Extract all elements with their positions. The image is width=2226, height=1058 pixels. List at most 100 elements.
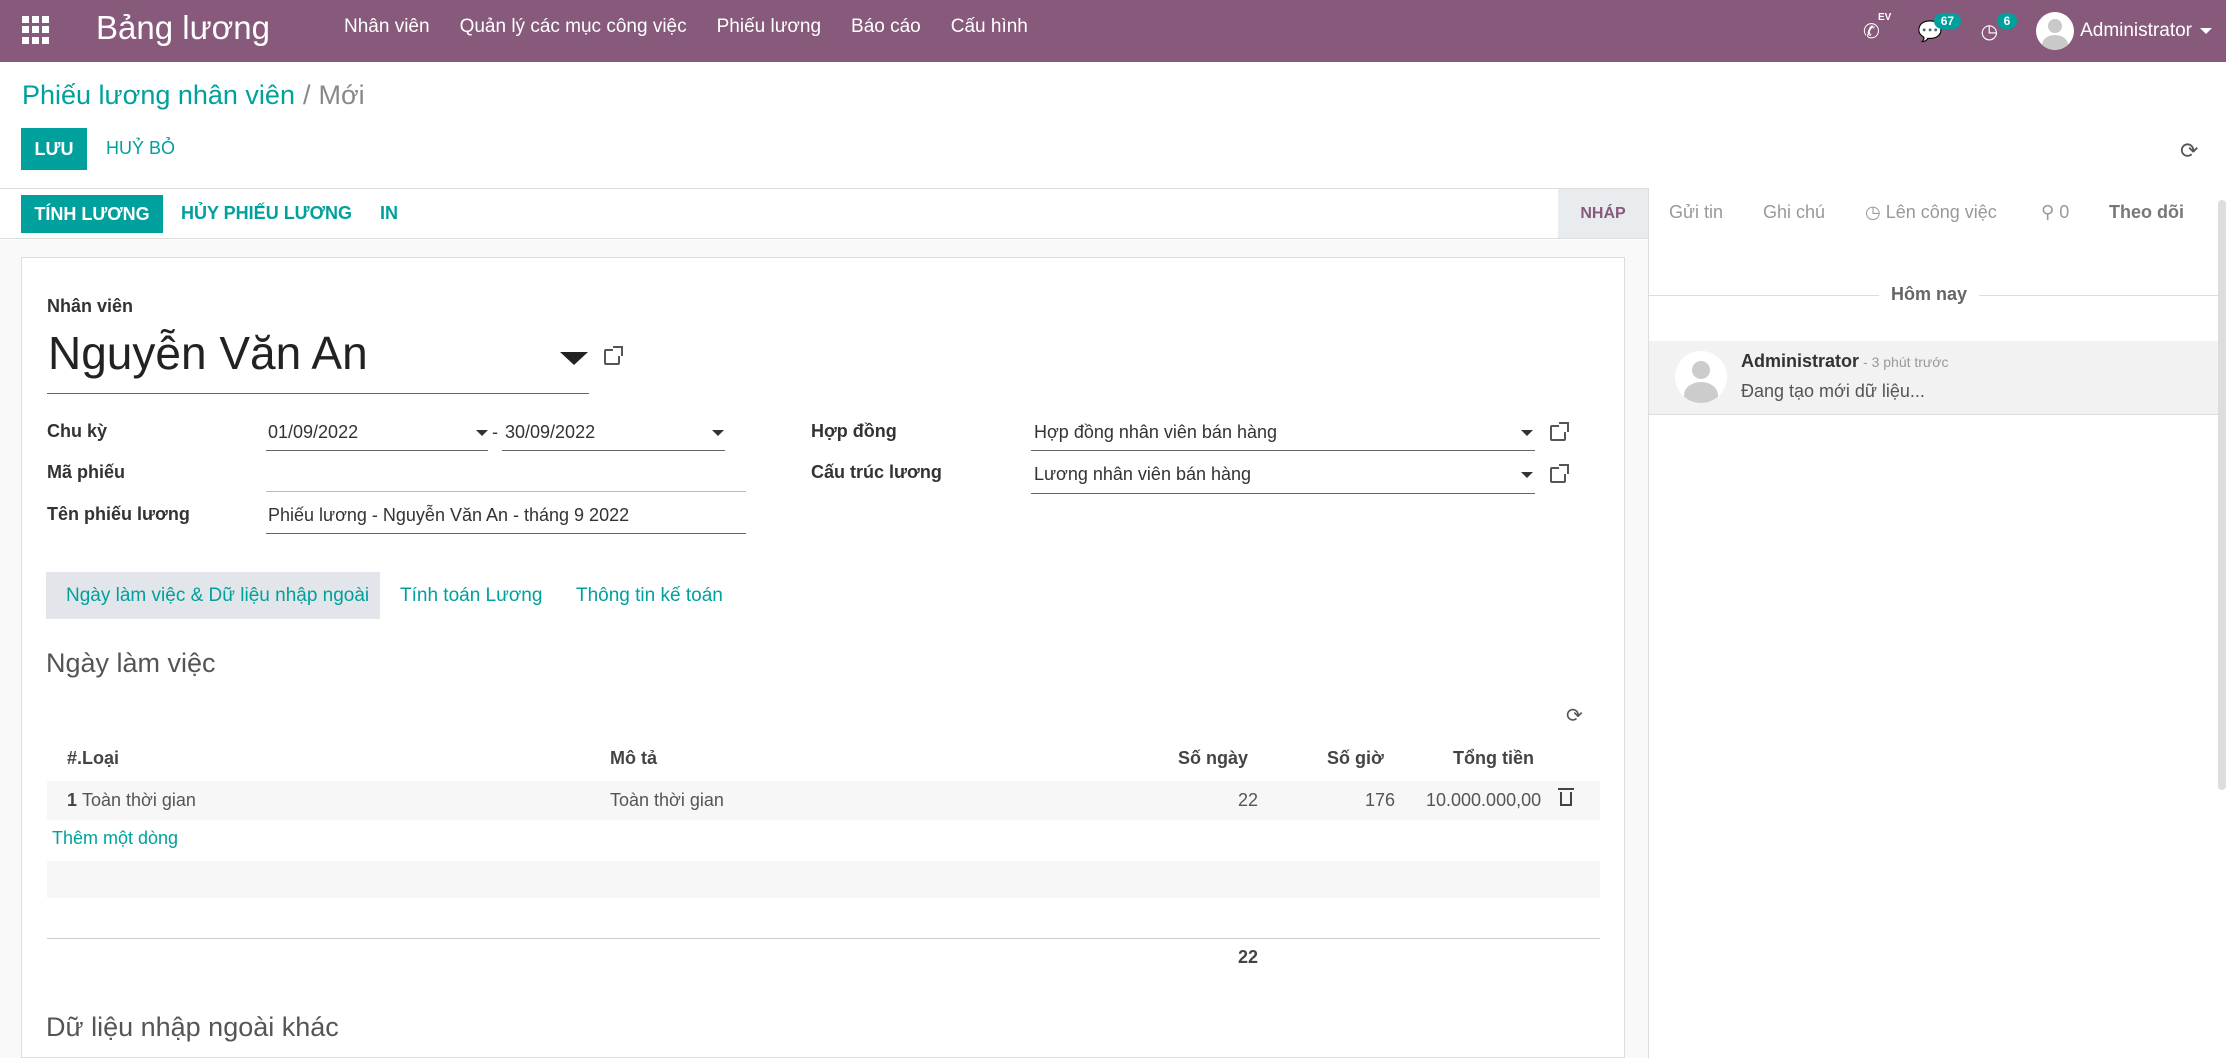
reference-label: Mã phiếu [47,462,126,482]
main-menu: Nhân viên Quản lý các mục công việc Phiế… [344,16,1058,38]
payslip-name-field[interactable]: Phiếu lương - Nguyễn Văn An - tháng 9 20… [268,505,629,526]
cancel-payslip-button[interactable]: HỦY PHIẾU LƯƠNG [181,203,352,224]
refresh-icon[interactable]: ⟳ [2180,138,2198,164]
message-author: Administrator - 3 phút trước [1741,351,1949,372]
message-author-name[interactable]: Administrator [1741,351,1859,371]
schedule-activity-button[interactable]: ◷ Lên công việc [1865,202,1997,223]
structure-label: Cấu trúc lương [811,462,942,482]
chatter-message: Administrator - 3 phút trước Đang tạo mới… [1649,341,2226,415]
attachments-count: 0 [2059,202,2070,222]
stage-draft[interactable]: NHÁP [1558,189,1648,238]
payslip-name-underline [266,533,746,534]
breadcrumb: Phiếu lương nhân viên / Mới [22,80,365,111]
col-amount[interactable]: Tổng tiền [1453,748,1534,769]
employee-label: Nhân viên [47,296,134,316]
log-note-button[interactable]: Ghi chú [1763,202,1825,223]
col-description[interactable]: Mô tả [610,748,657,769]
employee-external-link-icon[interactable] [604,346,623,365]
contract-external-link-icon[interactable] [1550,422,1569,441]
employee-field-underline [47,393,589,394]
ev-label: EV [1877,11,1892,23]
chevron-down-icon [2200,28,2212,34]
total-days: 22 [1238,947,1259,967]
menu-work-entries[interactable]: Quản lý các mục công việc [460,16,687,38]
print-button[interactable]: IN [380,203,398,224]
add-line-link[interactable]: Thêm một dòng [52,828,178,849]
attachments-button[interactable]: ⚲ 0 [2041,202,2069,223]
col-hours[interactable]: Số giờ [1327,748,1384,769]
row-days: 22 [1238,790,1259,810]
row-hours: 176 [1365,790,1396,810]
follow-button[interactable]: Theo dõi [2109,202,2184,223]
chatter-scrollbar[interactable] [2218,200,2226,790]
payslip-name-label: Tên phiếu lương [47,504,190,524]
contract-underline [1031,450,1535,451]
schedule-activity-label: Lên công việc [1885,202,1997,222]
employee-dropdown-icon[interactable] [560,352,588,365]
discard-button[interactable]: HUỶ BỎ [106,138,175,159]
date-to-dropdown-icon[interactable] [712,430,724,436]
menu-reports[interactable]: Báo cáo [851,16,921,38]
row-seq: 1 [67,790,78,810]
menu-configuration[interactable]: Cấu hình [951,16,1028,38]
tab-salary-computation[interactable]: Tính toán Lương [380,572,562,619]
structure-external-link-icon[interactable] [1550,464,1569,483]
clock-icon: ◷ [1865,202,1886,222]
menu-employees[interactable]: Nhân viên [344,16,430,38]
activities-clock-icon[interactable]: ◷ 6 [1981,12,2018,44]
compute-sheet-button[interactable]: TÍNH LƯƠNG [21,195,163,233]
row-type: Toàn thời gian [82,790,196,810]
refresh-worked-days-icon[interactable]: ⟳ [1566,703,1583,728]
user-menu[interactable]: Administrator [2036,12,2212,50]
activities-count-badge: 6 [1996,12,2018,29]
messages-count-badge: 67 [1933,12,1962,29]
breadcrumb-payslips[interactable]: Phiếu lương nhân viên [22,80,295,110]
structure-field[interactable]: Lương nhân viên bán hàng [1034,464,1251,485]
user-avatar [2036,12,2075,50]
messages-icon[interactable]: 💬 67 [1918,12,1962,44]
form-statusbar: TÍNH LƯƠNG HỦY PHIẾU LƯƠNG IN NHÁP [0,188,1648,239]
contract-label: Hợp đồng [811,421,897,441]
col-seq-type[interactable]: #.Loại [67,748,119,769]
worked-days-title: Ngày làm việc [46,648,216,678]
breadcrumb-current: Mới [318,80,365,110]
delete-row-trash-icon[interactable] [1558,788,1574,806]
today-label: Hôm nay [1879,284,1980,305]
row-description: Toàn thời gian [610,790,724,810]
save-button[interactable]: LƯU [21,128,87,170]
breadcrumb-separator: / [302,80,311,110]
tab-accounting-info[interactable]: Thông tin kế toán [556,572,743,619]
app-brand[interactable]: Bảng lương [96,9,270,47]
user-name: Administrator [2080,20,2192,41]
table-footer-divider [47,938,1600,939]
contract-dropdown-icon[interactable] [1521,430,1533,436]
row-amount: 10.000.000,00 [1426,790,1542,810]
empty-table-row [47,861,1600,898]
tab-worked-days-inputs[interactable]: Ngày làm việc & Dữ liệu nhập ngoài [46,572,380,619]
send-message-button[interactable]: Gửi tin [1669,202,1723,223]
paperclip-icon: ⚲ [2041,202,2060,222]
top-navbar: Bảng lương Nhân viên Quản lý các mục côn… [0,0,2226,62]
menu-payslips[interactable]: Phiếu lương [717,16,821,38]
structure-dropdown-icon[interactable] [1521,472,1533,478]
date-to-underline [502,450,725,451]
employee-name-field[interactable]: Nguyễn Văn An [48,326,368,380]
date-to-field[interactable]: 30/09/2022 [505,422,595,443]
structure-underline [1031,493,1535,494]
reference-underline [266,491,746,492]
voip-phone-icon[interactable]: ✆ EV [1863,12,1891,44]
period-label: Chu kỳ [47,421,108,441]
date-from-underline [266,450,488,451]
date-separator: - [492,422,498,442]
message-body: Đang tạo mới dữ liệu... [1741,381,1925,401]
chatter-panel: Gửi tin Ghi chú ◷ Lên công việc ⚲ 0 Theo… [1648,188,2226,1058]
systray: ✆ EV 💬 67 ◷ 6 Administrator [1863,0,2226,62]
message-author-avatar[interactable] [1675,351,1727,403]
col-days[interactable]: Số ngày [1178,748,1248,769]
message-time: - 3 phút trước [1863,354,1949,370]
date-from-dropdown-icon[interactable] [476,430,488,436]
other-inputs-title: Dữ liệu nhập ngoài khác [46,1012,339,1042]
contract-field[interactable]: Hợp đồng nhân viên bán hàng [1034,422,1277,443]
date-from-field[interactable]: 01/09/2022 [268,422,358,443]
apps-menu-icon[interactable] [22,16,50,44]
